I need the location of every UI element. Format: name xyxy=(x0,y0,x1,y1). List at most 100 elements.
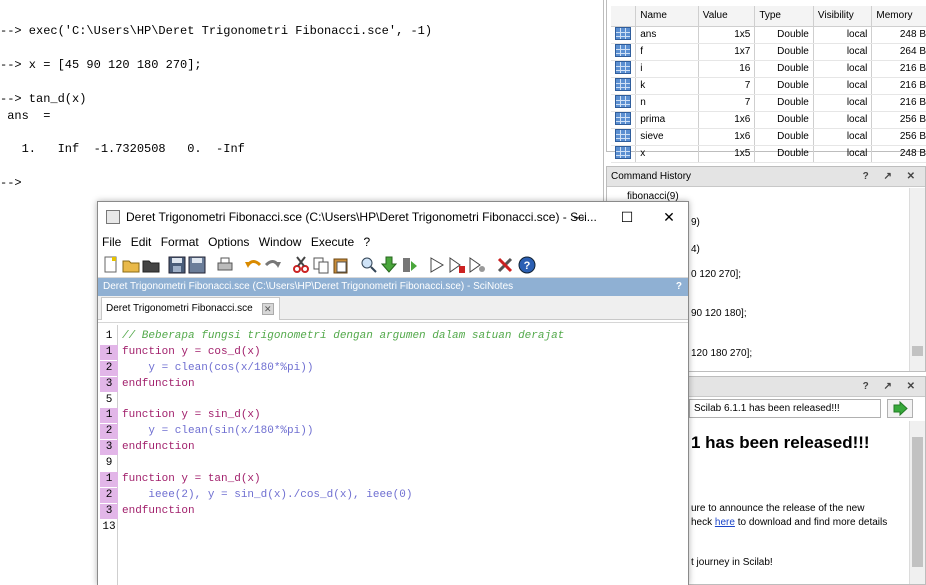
execute-icon[interactable] xyxy=(380,256,398,274)
column-header-visibility[interactable]: Visibility xyxy=(813,6,873,27)
svg-text:?: ? xyxy=(524,260,531,272)
table-row[interactable]: f 1x7 Double local 264 B xyxy=(611,43,926,61)
scrollbar-thumb[interactable] xyxy=(912,346,923,356)
table-row[interactable]: n 7 Double local 216 B xyxy=(611,94,926,112)
tab-deret-trigonometri[interactable]: Deret Trigonometri Fibonacci.sce ✕ xyxy=(101,297,280,320)
menu-format[interactable]: Format xyxy=(161,235,199,249)
menu-execute[interactable]: Execute xyxy=(311,235,354,249)
console-prompt[interactable]: --> xyxy=(0,176,22,190)
matrix-icon xyxy=(615,94,631,108)
help-icon[interactable]: ? xyxy=(518,256,536,274)
code-line: function y = tan_d(x) xyxy=(122,473,261,485)
scrollbar-thumb[interactable] xyxy=(912,437,923,567)
table-row[interactable]: ans 1x5 Double local 248 B xyxy=(611,26,926,44)
console-line: --> exec('C:\Users\HP\Deret Trigonometri… xyxy=(0,24,433,38)
table-row[interactable]: i 16 Double local 216 B xyxy=(611,60,926,78)
line-number: 1 xyxy=(100,345,118,360)
tab-strip: Deret Trigonometri Fibonacci.sce ✕ xyxy=(98,296,688,320)
code-line: y = clean(cos(x/180*%pi)) xyxy=(122,362,314,374)
line-number: 1 xyxy=(100,472,118,487)
matrix-icon xyxy=(615,43,631,57)
close-button[interactable]: ✕ xyxy=(646,202,692,232)
load-into-scilab-icon[interactable] xyxy=(400,256,418,274)
menu-window[interactable]: Window xyxy=(259,235,302,249)
news-text: t journey in Scilab! xyxy=(691,557,773,568)
print-icon[interactable] xyxy=(216,256,234,274)
redo-icon[interactable] xyxy=(264,256,282,274)
line-number: 9 xyxy=(105,457,113,469)
menu-bar: File Edit Format Options Window Execute … xyxy=(98,232,688,252)
history-scrollbar[interactable] xyxy=(909,188,925,371)
close-tab-icon[interactable]: ✕ xyxy=(261,303,274,315)
open-folder-icon[interactable] xyxy=(122,256,140,274)
cut-icon[interactable] xyxy=(292,256,310,274)
tab-label: Deret Trigonometri Fibonacci.sce xyxy=(106,303,253,314)
paste-icon[interactable] xyxy=(332,256,350,274)
column-header-value[interactable]: Value xyxy=(698,6,756,27)
table-row[interactable]: prima 1x6 Double local 256 B xyxy=(611,111,926,129)
news-scrollbar[interactable] xyxy=(909,421,925,584)
matrix-icon xyxy=(615,128,631,142)
tools-icon[interactable] xyxy=(496,256,514,274)
window-title-bar[interactable]: Deret Trigonometri Fibonacci.sce (C:\Use… xyxy=(98,202,688,232)
news-selector[interactable]: Scilab 6.1.1 has been released!!! xyxy=(689,399,881,418)
toolbar: ? xyxy=(98,252,688,278)
matrix-icon xyxy=(615,145,631,159)
variable-table: Name Value Type Visibility Memory ans 1x… xyxy=(611,6,926,163)
history-item[interactable]: 4) xyxy=(691,244,700,255)
menu-help[interactable]: ? xyxy=(364,235,371,249)
history-item[interactable]: 90 120 180]; xyxy=(691,308,747,319)
undo-icon[interactable] xyxy=(244,256,262,274)
table-row[interactable]: x 1x5 Double local 248 B xyxy=(611,145,926,163)
line-number: 3 xyxy=(100,440,118,455)
menu-edit[interactable]: Edit xyxy=(131,235,152,249)
table-row[interactable]: k 7 Double local 216 B xyxy=(611,77,926,95)
arrow-right-icon xyxy=(893,400,908,417)
column-header-memory[interactable]: Memory xyxy=(871,6,926,27)
maximize-button[interactable]: ☐ xyxy=(604,202,650,232)
code-line: ieee(2), y = sin_d(x)./cos_d(x), ieee(0) xyxy=(122,489,413,501)
code-line: y = clean(sin(x/180*%pi)) xyxy=(122,425,314,437)
new-file-icon[interactable] xyxy=(102,256,120,274)
next-news-button[interactable] xyxy=(887,399,913,418)
console-line: --> x = [45 90 120 180 270]; xyxy=(0,58,202,72)
history-item[interactable]: 120 180 270]; xyxy=(691,348,752,359)
code-line: endfunction xyxy=(122,378,195,390)
console-line: ans = xyxy=(0,109,51,123)
table-row[interactable]: sieve 1x6 Double local 256 B xyxy=(611,128,926,146)
open-recent-icon[interactable] xyxy=(142,256,160,274)
news-headline: 1 has been released!!! xyxy=(691,433,870,452)
panel-title: Command History xyxy=(611,171,692,182)
variable-browser: Name Value Type Visibility Memory ans 1x… xyxy=(606,0,926,163)
copy-icon[interactable] xyxy=(312,256,330,274)
console-line: 1. Inf -1.7320508 0. -Inf xyxy=(0,142,245,156)
news-text: ure to announce the release of the new xyxy=(691,503,865,514)
line-number: 1 xyxy=(100,408,118,423)
icon-column-header xyxy=(611,6,637,27)
column-header-name[interactable]: Name xyxy=(635,6,699,27)
line-number: 5 xyxy=(105,394,113,406)
column-header-type[interactable]: Type xyxy=(754,6,814,27)
run-icon[interactable] xyxy=(428,256,446,274)
line-number: 3 xyxy=(100,504,118,519)
code-line: endfunction xyxy=(122,441,195,453)
minimize-button[interactable]: ─ xyxy=(556,202,602,232)
matrix-icon xyxy=(615,111,631,125)
download-link[interactable]: here xyxy=(715,517,735,528)
menu-options[interactable]: Options xyxy=(208,235,249,249)
command-history-title-bar: Command History ? ↗ ✕ xyxy=(607,167,925,187)
panel-controls[interactable]: ? ↗ ✕ xyxy=(863,167,921,187)
panel-controls[interactable]: ? ↗ ✕ xyxy=(863,377,921,397)
history-item[interactable]: 0 120 270]; xyxy=(691,269,741,280)
code-editor[interactable]: 1 1 2 3 5 1 2 3 9 1 2 3 13 // Beberapa f… xyxy=(98,322,688,585)
history-item[interactable]: 9) xyxy=(691,217,700,228)
save-icon[interactable] xyxy=(168,256,186,274)
save-as-icon[interactable] xyxy=(188,256,206,274)
menu-file[interactable]: File xyxy=(102,235,121,249)
run-file-icon[interactable] xyxy=(448,256,466,274)
line-number: 2 xyxy=(100,488,118,503)
debug-icon[interactable] xyxy=(468,256,486,274)
document-help-button[interactable]: ? xyxy=(676,278,682,296)
find-replace-icon[interactable] xyxy=(360,256,378,274)
scinotes-window: Deret Trigonometri Fibonacci.sce (C:\Use… xyxy=(97,201,689,585)
